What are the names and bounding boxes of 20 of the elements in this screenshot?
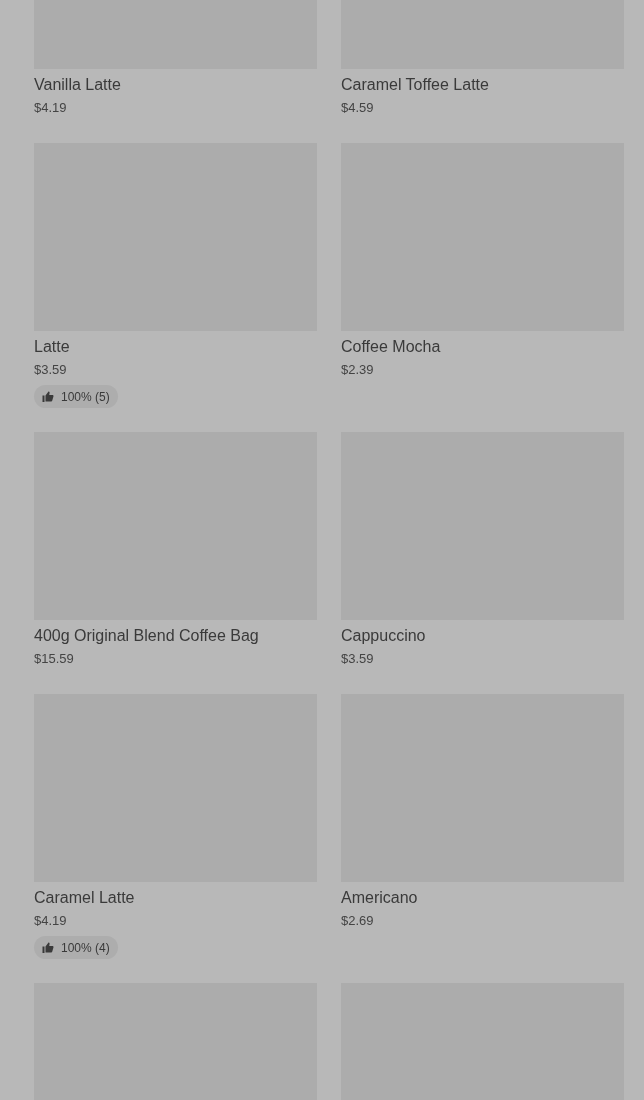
- thumbs-up-icon: [42, 391, 54, 402]
- product-price: $2.39: [341, 361, 374, 379]
- product-name[interactable]: Caramel Latte: [34, 886, 135, 910]
- product-name[interactable]: Coffee Mocha: [341, 335, 441, 359]
- product-price: $2.69: [341, 912, 374, 930]
- product-name[interactable]: 400g Original Blend Coffee Bag: [34, 624, 259, 648]
- rating-text: 100% (4): [61, 939, 110, 957]
- product-name[interactable]: Latte: [34, 335, 70, 359]
- product-price: $15.59: [34, 650, 74, 668]
- thumbs-up-icon: [42, 942, 54, 953]
- product-price: $4.19: [34, 99, 67, 117]
- product-name[interactable]: Americano: [341, 886, 418, 910]
- product-name[interactable]: Cappuccino: [341, 624, 426, 648]
- product-price: $4.19: [34, 912, 67, 930]
- product-price: $4.59: [341, 99, 374, 117]
- rating-text: 100% (5): [61, 388, 110, 406]
- product-name[interactable]: Caramel Toffee Latte: [341, 73, 489, 97]
- product-price: $3.59: [34, 361, 67, 379]
- product-price: $3.59: [341, 650, 374, 668]
- product-name[interactable]: Vanilla Latte: [34, 73, 121, 97]
